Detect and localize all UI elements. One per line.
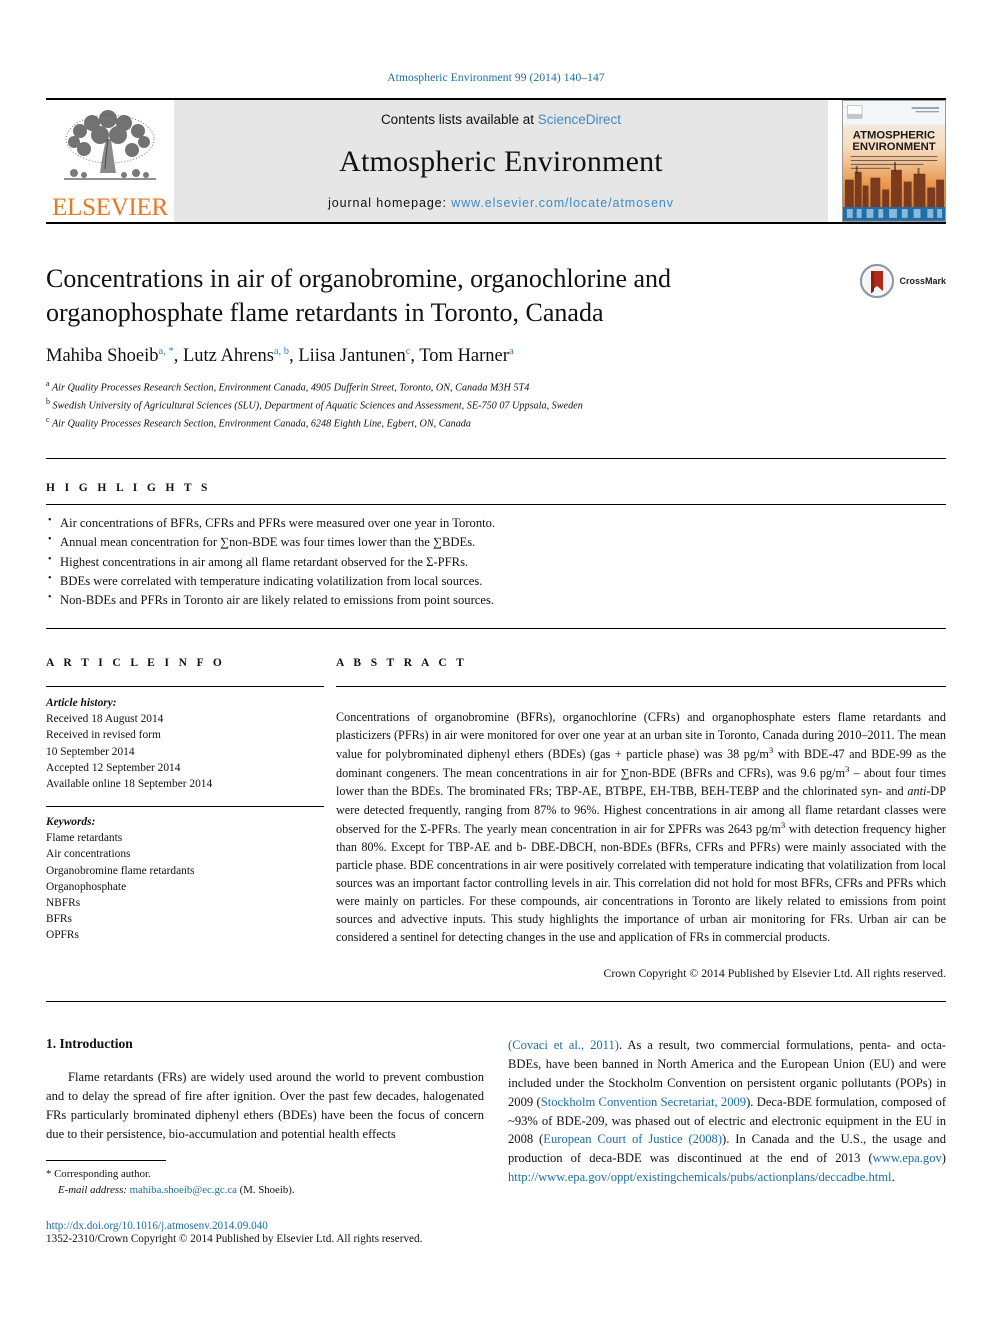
affiliation-item: b Swedish University of Agricultural Sci… — [46, 396, 946, 414]
article-info-column: A R T I C L E I N F O Article history: R… — [46, 643, 324, 981]
footnote-rule — [46, 1160, 166, 1161]
email-suffix: (M. Shoeib). — [239, 1184, 295, 1197]
history-item: Received 18 August 2014 — [46, 713, 164, 726]
affiliation-mark: c — [46, 415, 50, 425]
doi-link[interactable]: http://dx.doi.org/10.1016/j.atmosenv.201… — [46, 1220, 486, 1232]
author-marks: a — [508, 345, 514, 357]
author-marks: a, * — [158, 345, 174, 357]
keywords-label: Keywords: — [46, 816, 96, 829]
affiliation-mark: b — [46, 396, 50, 406]
author-name: Liisa Jantunen — [298, 345, 406, 366]
abstract-rule — [336, 685, 946, 687]
abstract-text: Concentrations of organobromine (BFRs), … — [336, 710, 946, 944]
article-history-label: Article history: — [46, 696, 117, 709]
elsevier-tree-icon — [64, 110, 156, 180]
author-list: Mahiba Shoeiba, *, Lutz Ahrensa, b, Liis… — [46, 345, 514, 366]
paper-page: Atmospheric Environment 99 (2014) 140–14… — [0, 0, 992, 1323]
masthead-center: Contents lists available at ScienceDirec… — [174, 100, 828, 222]
email-link[interactable]: mahiba.shoeib@ec.gc.ca — [130, 1184, 237, 1196]
abstract-column: A B S T R A C T Concentrations of organo… — [324, 643, 946, 981]
affiliation-list: a Air Quality Processes Research Section… — [46, 378, 946, 433]
author-marks: c — [405, 345, 411, 357]
sciencedirect-link[interactable]: ScienceDirect — [538, 112, 621, 127]
keyword-item: Organobromine flame retardants — [46, 864, 195, 877]
journal-homepage-link[interactable]: www.elsevier.com/locate/atmosenv — [451, 196, 674, 210]
email-line: E-mail address: mahiba.shoeib@ec.gc.ca (… — [46, 1182, 486, 1198]
crossmark-badge[interactable]: CrossMark — [860, 264, 946, 298]
abstract-copyright: Crown Copyright © 2014 Published by Else… — [603, 965, 946, 980]
keyword-item: OPFRs — [46, 929, 79, 942]
author-name: Mahiba Shoeib — [46, 345, 159, 366]
affiliation-text: Air Quality Processes Research Section, … — [51, 418, 471, 430]
article-title-block: CrossMark Concentrations in air of organ… — [46, 262, 946, 432]
contents-prefix: Contents lists available at — [380, 112, 538, 127]
doi-block: http://dx.doi.org/10.1016/j.atmosenv.201… — [46, 1220, 486, 1245]
history-item: Received in revised form — [46, 729, 161, 742]
keyword-item: Flame retardants — [46, 832, 123, 845]
corresponding-label: Corresponding author. — [54, 1168, 151, 1180]
list-item: Non-BDEs and PFRs in Toronto air are lik… — [46, 590, 946, 610]
article-history-block: Article history: Received 18 August 2014… — [46, 687, 324, 792]
keyword-item: BFRs — [46, 913, 72, 926]
journal-masthead: ELSEVIER Contents lists available at Sci… — [46, 100, 946, 222]
affiliation-text: Swedish University of Agricultural Scien… — [52, 400, 583, 412]
list-item: Air concentrations of BFRs, CFRs and PFR… — [46, 513, 946, 533]
list-item: BDEs were correlated with temperature in… — [46, 571, 946, 591]
journal-title: Atmospheric Environment — [339, 144, 663, 178]
homepage-prefix: journal homepage: — [328, 196, 452, 210]
highlights-label: H I G H L I G H T S — [46, 482, 211, 495]
history-item: 10 September 2014 — [46, 745, 135, 758]
body-top-rule — [46, 1000, 946, 1002]
keyword-item: Organophosphate — [46, 880, 127, 893]
crossmark-icon — [860, 264, 895, 298]
cover-title-line1: ATMOSPHERIC — [853, 129, 935, 141]
keyword-item: NBFRs — [46, 897, 81, 910]
keyword-item: Air concentrations — [46, 848, 131, 861]
issn-copyright-line: 1352-2310/Crown Copyright © 2014 Publish… — [46, 1233, 423, 1246]
author-marks: a, b — [273, 345, 290, 357]
author-name: Lutz Ahrens — [182, 345, 274, 366]
masthead-bottom-rule — [46, 222, 946, 224]
body-column-right: (Covaci et al., 2011). As a result, two … — [508, 1036, 946, 1187]
history-item: Available online 18 September 2014 — [46, 777, 213, 790]
corresponding-mark: * — [46, 1168, 52, 1180]
page-title: Concentrations in air of organobromine, … — [46, 264, 672, 327]
journal-homepage-line: journal homepage: www.elsevier.com/locat… — [328, 196, 674, 210]
corresponding-author-line: * Corresponding author. — [46, 1166, 486, 1182]
abstract-label: A B S T R A C T — [336, 656, 468, 669]
intro-paragraph-right: (Covaci et al., 2011). As a result, two … — [508, 1037, 947, 1185]
info-abstract-region: A R T I C L E I N F O Article history: R… — [46, 643, 946, 981]
intro-paragraph-left: Flame retardants (FRs) are widely used a… — [46, 1069, 484, 1141]
keywords-block: Keywords: Flame retardants Air concentra… — [46, 807, 324, 944]
highlights-list: Air concentrations of BFRs, CFRs and PFR… — [46, 505, 946, 610]
running-head: Atmospheric Environment 99 (2014) 140–14… — [387, 72, 605, 84]
article-info-label: A R T I C L E I N F O — [46, 656, 226, 669]
elsevier-wordmark: ELSEVIER — [52, 194, 168, 221]
email-label: E-mail address: — [58, 1184, 127, 1197]
elsevier-logo: ELSEVIER — [46, 100, 174, 222]
highlights-section: H I G H L I G H T S Air concentrations o… — [46, 458, 946, 610]
affiliation-mark: a — [46, 378, 50, 388]
affiliation-item: a Air Quality Processes Research Section… — [46, 378, 946, 396]
footnote-area: * Corresponding author. E-mail address: … — [46, 1160, 486, 1245]
info-abstract-top-rule — [46, 627, 946, 629]
crossmark-label: CrossMark — [899, 276, 946, 286]
journal-cover-wrap: ATMOSPHERIC ENVIRONMENT — [828, 100, 946, 222]
section-heading-introduction: 1. Introduction — [46, 1035, 133, 1051]
list-item: Annual mean concentration for ∑non-BDE w… — [46, 532, 946, 552]
contents-available-line: Contents lists available at ScienceDirec… — [381, 112, 621, 127]
highlights-top-rule — [46, 458, 946, 460]
body-top-rule-wrap — [46, 1000, 946, 1002]
cover-title-line2: ENVIRONMENT — [852, 141, 935, 153]
history-item: Accepted 12 September 2014 — [46, 761, 181, 774]
affiliation-text: Air Quality Processes Research Section, … — [51, 382, 530, 394]
list-item: Highest concentrations in air among all … — [46, 552, 946, 572]
affiliation-item: c Air Quality Processes Research Section… — [46, 414, 946, 432]
author-name: Tom Harner — [419, 345, 509, 366]
journal-cover-image: ATMOSPHERIC ENVIRONMENT — [842, 100, 946, 222]
